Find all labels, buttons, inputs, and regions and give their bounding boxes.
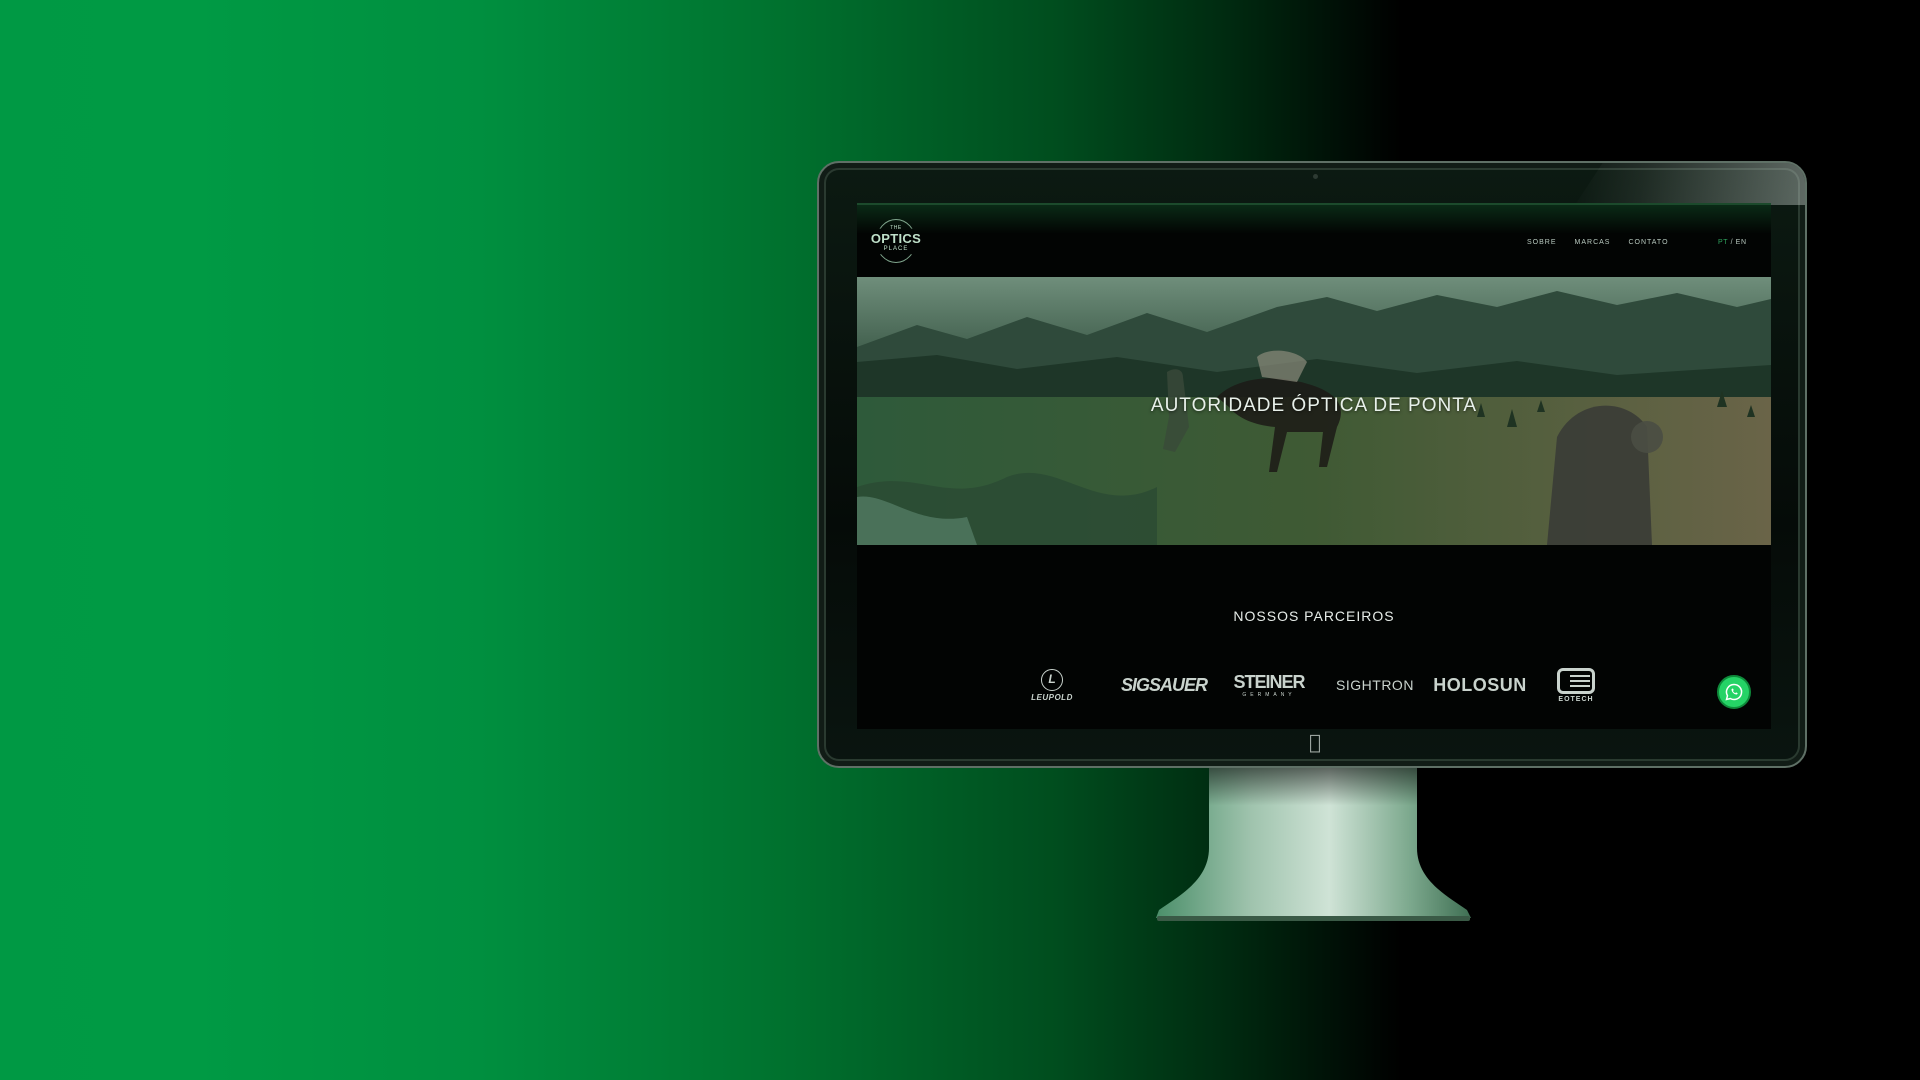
lang-pt[interactable]: PT [1718, 239, 1728, 246]
whatsapp-button[interactable] [1717, 675, 1751, 709]
monitor-stand [1156, 768, 1471, 921]
eotech-logo[interactable]: EOTECH [1540, 663, 1612, 707]
website-screen: THE OPTICS PLACE SOBRE MARCAS CONTATO PT… [857, 203, 1771, 729]
camera-icon [1313, 174, 1318, 179]
partners-title: NOSSOS PARCEIROS [1233, 608, 1395, 624]
whatsapp-icon [1725, 683, 1743, 701]
leupold-name: LEUPOLD [1031, 692, 1073, 702]
nav-marcas[interactable]: MARCAS [1575, 239, 1611, 246]
holosun-logo[interactable]: HOLOSUN [1433, 663, 1526, 707]
hero-banner: AUTORIDADE ÓPTICA DE PONTA [857, 277, 1771, 545]
nav-contato[interactable]: CONTATO [1628, 239, 1668, 246]
eotech-mark-icon [1557, 667, 1595, 694]
optics-place-logo[interactable]: THE OPTICS PLACE [868, 219, 924, 263]
leupold-logo[interactable]: L LEUPOLD [1017, 663, 1087, 707]
imac-monitor: THE OPTICS PLACE SOBRE MARCAS CONTATO PT… [817, 161, 1807, 768]
lang-separator: / [1730, 239, 1734, 246]
site-header: THE OPTICS PLACE SOBRE MARCAS CONTATO PT… [857, 203, 1771, 277]
apple-icon:  [1304, 731, 1326, 753]
partner-brands: L LEUPOLD SIGSAUER STEINER GERMANY SIGHT… [857, 663, 1771, 713]
screen-glare [1575, 163, 1805, 205]
logo-main: OPTICS [870, 231, 922, 246]
lang-en[interactable]: EN [1736, 239, 1747, 246]
main-nav: SOBRE MARCAS CONTATO [1527, 239, 1687, 246]
leupold-mark-icon: L [1041, 668, 1063, 691]
eotech-name: EOTECH [1558, 695, 1594, 703]
steiner-sub: GERMANY [1242, 692, 1296, 698]
language-switcher: PT / EN [1718, 239, 1747, 246]
sightron-logo[interactable]: SIGHTRON [1330, 663, 1420, 707]
steiner-name: STEINER [1233, 672, 1305, 692]
steiner-logo[interactable]: STEINER GERMANY [1227, 663, 1311, 707]
nav-sobre[interactable]: SOBRE [1527, 239, 1557, 246]
hero-title: AUTORIDADE ÓPTICA DE PONTA [1150, 395, 1478, 416]
logo-place: PLACE [883, 246, 909, 252]
sigsauer-logo[interactable]: SIGSAUER [1118, 663, 1210, 707]
